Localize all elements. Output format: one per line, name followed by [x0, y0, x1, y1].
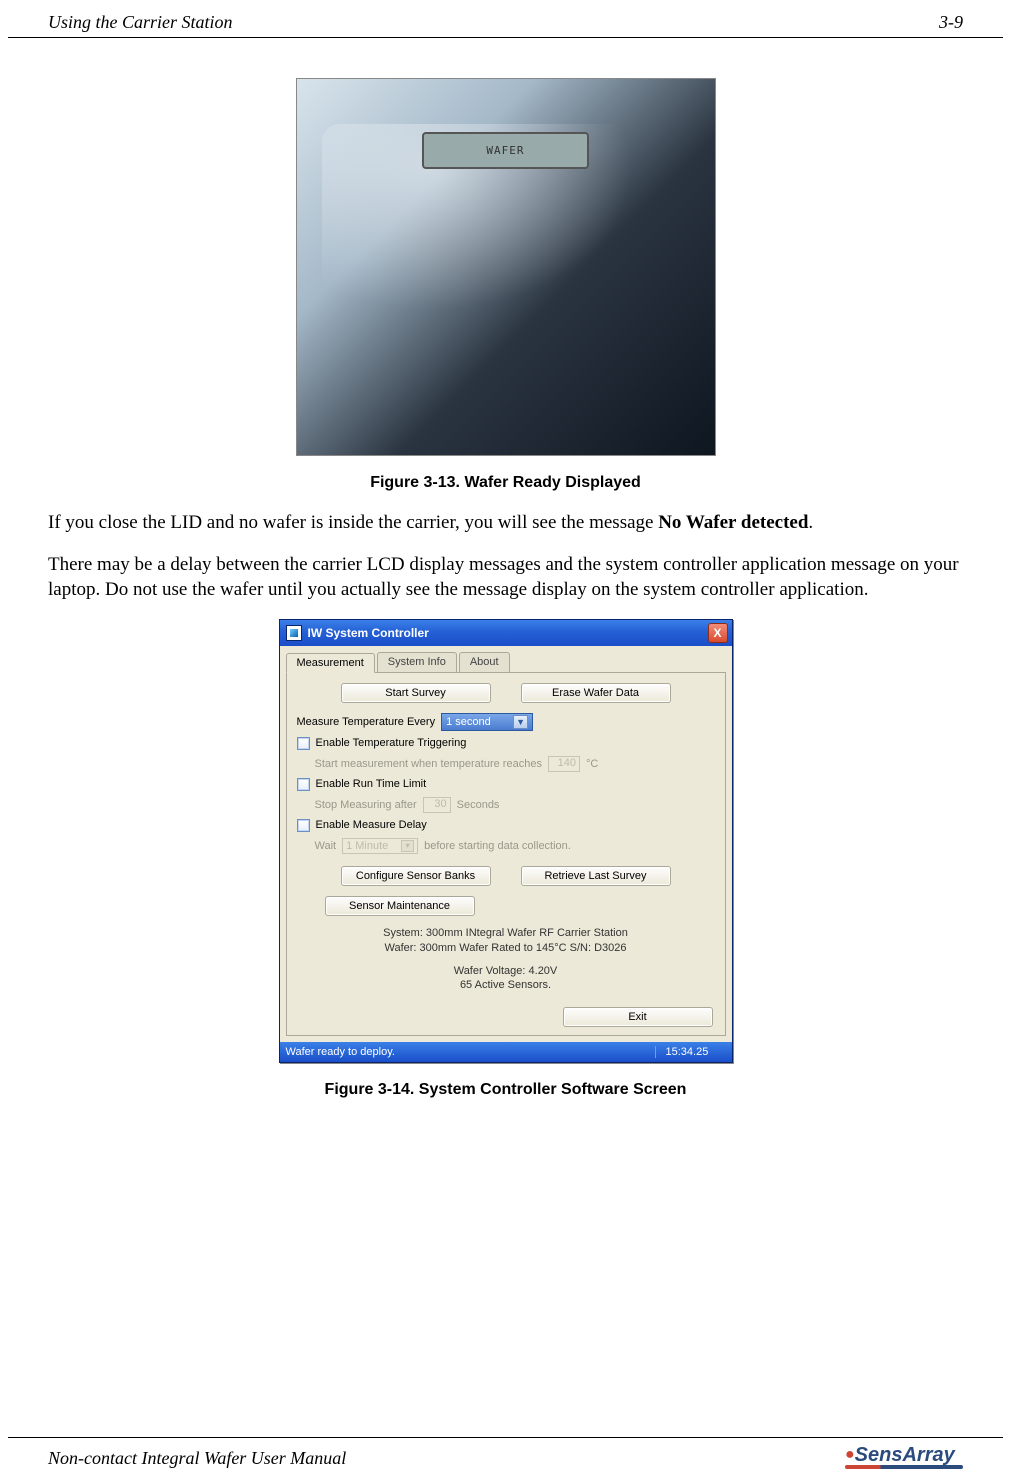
retrieve-last-survey-button[interactable]: Retrieve Last Survey	[521, 866, 671, 886]
figure-1-image: WAFER	[296, 78, 716, 456]
delay-label: Enable Measure Delay	[316, 819, 427, 831]
app-window: IW System Controller X Measurement Syste…	[279, 619, 733, 1063]
statusbar-message: Wafer ready to deploy.	[286, 1046, 656, 1058]
logo-dot-icon: ●	[845, 1446, 855, 1463]
delay-wait-label: Wait	[315, 840, 337, 852]
page-content: WAFER Figure 3-13. Wafer Ready Displayed…	[0, 38, 1011, 1099]
figure-1-caption: Figure 3-13. Wafer Ready Displayed	[48, 474, 963, 492]
delay-checkbox[interactable]	[297, 819, 310, 832]
button-row-1: Start Survey Erase Wafer Data	[297, 683, 715, 703]
para1-text-a: If you close the LID and no wafer is ins…	[48, 512, 658, 533]
runtime-subtext: Stop Measuring after	[315, 799, 417, 811]
tab-measurement[interactable]: Measurement	[286, 653, 375, 673]
temp-trigger-subtext: Start measurement when temperature reach…	[315, 758, 542, 770]
runtime-value[interactable]: 30	[423, 797, 451, 813]
erase-wafer-button[interactable]: Erase Wafer Data	[521, 683, 671, 703]
measure-interval-select[interactable]: 1 second ▼	[441, 713, 533, 731]
window-title: IW System Controller	[308, 626, 429, 640]
page-footer: Non-contact Integral Wafer User Manual ●…	[8, 1437, 1003, 1469]
temp-trigger-unit: °C	[586, 758, 598, 770]
runtime-unit: Seconds	[457, 799, 500, 811]
carrier-lcd: WAFER	[422, 132, 589, 170]
temp-trigger-value[interactable]: 140	[548, 756, 580, 772]
chevron-down-icon: ▾	[401, 840, 414, 852]
paragraph-2: There may be a delay between the carrier…	[48, 552, 963, 603]
status-line-4: 65 Active Sensors.	[297, 978, 715, 993]
measure-interval-value: 1 second	[446, 716, 491, 728]
measure-interval-row: Measure Temperature Every 1 second ▼	[297, 713, 715, 731]
header-right: 3-9	[939, 12, 963, 33]
configure-sensor-banks-button[interactable]: Configure Sensor Banks	[341, 866, 491, 886]
tab-strip: Measurement System Info About	[280, 646, 732, 672]
status-info: System: 300mm INtegral Wafer RF Carrier …	[297, 926, 715, 993]
footer-left: Non-contact Integral Wafer User Manual	[48, 1448, 346, 1469]
delay-select[interactable]: 1 Minute ▾	[342, 838, 418, 854]
figure-2-caption: Figure 3-14. System Controller Software …	[48, 1081, 963, 1099]
chevron-down-icon: ▼	[513, 715, 528, 729]
app-icon	[286, 625, 302, 641]
paragraph-1: If you close the LID and no wafer is ins…	[48, 510, 963, 536]
tab-about[interactable]: About	[459, 652, 510, 672]
runtime-subrow: Stop Measuring after 30 Seconds	[297, 797, 715, 813]
para1-bold: No Wafer detected	[658, 512, 808, 533]
page-header: Using the Carrier Station 3-9	[8, 0, 1003, 38]
delay-suffix: before starting data collection.	[424, 840, 571, 852]
titlebar[interactable]: IW System Controller X	[280, 620, 732, 646]
tab-system-info[interactable]: System Info	[377, 652, 457, 672]
measure-interval-label: Measure Temperature Every	[297, 716, 436, 728]
exit-button[interactable]: Exit	[563, 1007, 713, 1027]
status-line-2: Wafer: 300mm Wafer Rated to 145°C S/N: D…	[297, 941, 715, 956]
temp-trigger-subrow: Start measurement when temperature reach…	[297, 756, 715, 772]
tab-panel: Start Survey Erase Wafer Data Measure Te…	[286, 672, 726, 1036]
delay-value: 1 Minute	[346, 840, 388, 852]
exit-row: Exit	[297, 1003, 715, 1029]
status-bar: Wafer ready to deploy. 15:34.25	[280, 1042, 732, 1062]
statusbar-time: 15:34.25	[656, 1046, 726, 1058]
logo-part-a: Sens	[855, 1444, 903, 1466]
close-button[interactable]: X	[708, 623, 728, 643]
runtime-label: Enable Run Time Limit	[316, 778, 427, 790]
logo-part-b: Array	[902, 1444, 954, 1466]
button-row-3: Sensor Maintenance	[297, 896, 715, 916]
temp-trigger-checkbox[interactable]	[297, 737, 310, 750]
header-left: Using the Carrier Station	[48, 12, 233, 33]
runtime-checkbox[interactable]	[297, 778, 310, 791]
sensarray-logo: ●SensArray	[845, 1444, 963, 1469]
status-line-3: Wafer Voltage: 4.20V	[297, 964, 715, 979]
temp-trigger-row: Enable Temperature Triggering	[297, 737, 715, 750]
status-line-1: System: 300mm INtegral Wafer RF Carrier …	[297, 926, 715, 941]
para1-text-b: .	[808, 512, 813, 533]
sensor-maintenance-button[interactable]: Sensor Maintenance	[325, 896, 475, 916]
runtime-row: Enable Run Time Limit	[297, 778, 715, 791]
temp-trigger-label: Enable Temperature Triggering	[316, 737, 467, 749]
button-row-2: Configure Sensor Banks Retrieve Last Sur…	[297, 866, 715, 886]
start-survey-button[interactable]: Start Survey	[341, 683, 491, 703]
delay-row: Enable Measure Delay	[297, 819, 715, 832]
delay-subrow: Wait 1 Minute ▾ before starting data col…	[297, 838, 715, 854]
